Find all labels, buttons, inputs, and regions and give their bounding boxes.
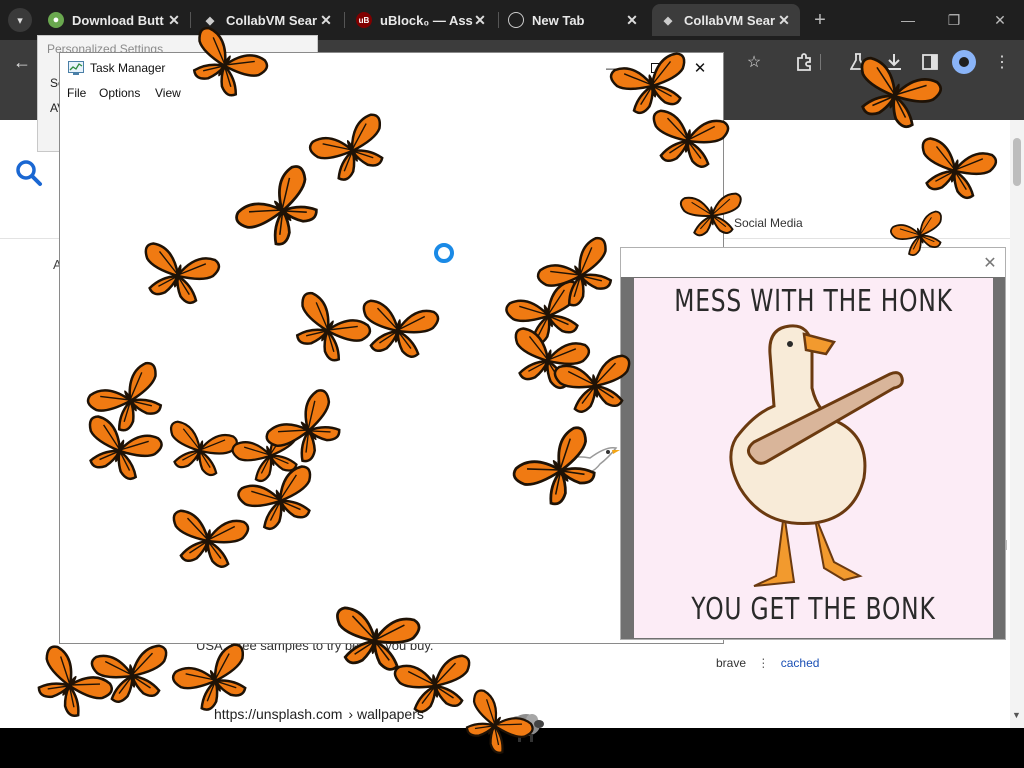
close-icon[interactable]: ✕ bbox=[981, 254, 999, 272]
toolbar-divider bbox=[818, 48, 822, 76]
star-icon[interactable]: ☆ bbox=[740, 48, 768, 76]
tab-label: Download Butt bbox=[72, 12, 164, 28]
tab-divider bbox=[498, 12, 499, 28]
green-globe-icon: ● bbox=[48, 12, 64, 28]
tab-label: uBlock₀ — Ass bbox=[380, 12, 473, 28]
tab-close-icon[interactable]: ✕ bbox=[472, 12, 488, 28]
tab-search-chevron-icon[interactable]: ▾ bbox=[8, 8, 32, 32]
tab-ublock[interactable]: uB uBlock₀ — Ass ✕ bbox=[348, 4, 496, 36]
tab-close-icon[interactable]: ✕ bbox=[318, 12, 334, 28]
tab-new-tab[interactable]: New Tab ✕ bbox=[500, 4, 648, 36]
tab-close-icon[interactable]: ✕ bbox=[624, 12, 640, 28]
back-arrow-icon[interactable]: ← bbox=[8, 48, 36, 76]
meme-popup-window: ✕ MESS WITH THE HONK YOU GET THE BONK bbox=[620, 247, 1006, 640]
meme-background: MESS WITH THE HONK YOU GET THE BONK bbox=[634, 278, 993, 638]
tab-close-icon[interactable]: ✕ bbox=[166, 12, 182, 28]
tab-divider bbox=[344, 12, 345, 28]
tab-collabvm-search-active[interactable]: ◆ CollabVM Sear ✕ bbox=[652, 4, 800, 36]
window-close-icon[interactable]: ✕ bbox=[978, 6, 1022, 34]
tab-download-buttons[interactable]: ● Download Butt ✕ bbox=[40, 4, 190, 36]
browser-tabstrip: ▾ ● Download Butt ✕ ◆ CollabVM Sear ✕ uB… bbox=[0, 0, 1024, 40]
butterfly-icon bbox=[679, 192, 742, 237]
scrollbar-thumb[interactable] bbox=[1013, 138, 1021, 186]
meme-bottom-text: YOU GET THE BONK bbox=[691, 592, 936, 627]
result-url[interactable]: https://unsplash.com › wallpapers bbox=[214, 706, 424, 722]
result-options-icon[interactable]: ⋮ bbox=[757, 656, 769, 670]
page-scrollbar[interactable]: ▼ bbox=[1010, 120, 1024, 728]
tab-divider bbox=[190, 12, 191, 28]
tab-label: CollabVM Sear bbox=[226, 12, 318, 28]
task-manager-icon bbox=[68, 61, 84, 75]
menu-view[interactable]: View bbox=[155, 86, 181, 100]
window-title: Task Manager bbox=[90, 61, 166, 75]
goose-with-bat-icon bbox=[729, 324, 904, 587]
meme-image: MESS WITH THE HONK YOU GET THE BONK bbox=[621, 277, 1005, 639]
window-restore-icon[interactable]: ❐ bbox=[932, 6, 976, 34]
meme-top-text: MESS WITH THE HONK bbox=[674, 284, 953, 319]
ublock-icon: uB bbox=[356, 12, 372, 28]
menu-dots-icon[interactable]: ⋮ bbox=[988, 48, 1016, 76]
result-meta: brave ⋮ cached bbox=[716, 656, 819, 670]
search-icon[interactable] bbox=[14, 158, 44, 188]
collabvm-icon: ◆ bbox=[663, 14, 673, 27]
menu-file[interactable]: File bbox=[67, 86, 86, 100]
loading-spinner-icon bbox=[434, 243, 454, 263]
result-source[interactable]: brave bbox=[716, 656, 746, 670]
profile-icon[interactable] bbox=[952, 50, 976, 74]
result-url-host: https://unsplash.com bbox=[214, 706, 343, 722]
tab-label: New Tab bbox=[532, 12, 585, 28]
tab-label: CollabVM Sear bbox=[684, 12, 776, 28]
menu-options[interactable]: Options bbox=[99, 86, 140, 100]
window-minimize-icon[interactable]: — bbox=[886, 6, 930, 34]
tab-close-icon[interactable]: ✕ bbox=[776, 12, 792, 28]
new-tab-plus-icon[interactable]: + bbox=[808, 8, 832, 32]
globe-icon bbox=[508, 12, 524, 28]
scroll-down-icon[interactable]: ▼ bbox=[1012, 710, 1021, 720]
extensions-icon[interactable] bbox=[790, 48, 818, 76]
result-cached-link[interactable]: cached bbox=[781, 656, 820, 670]
